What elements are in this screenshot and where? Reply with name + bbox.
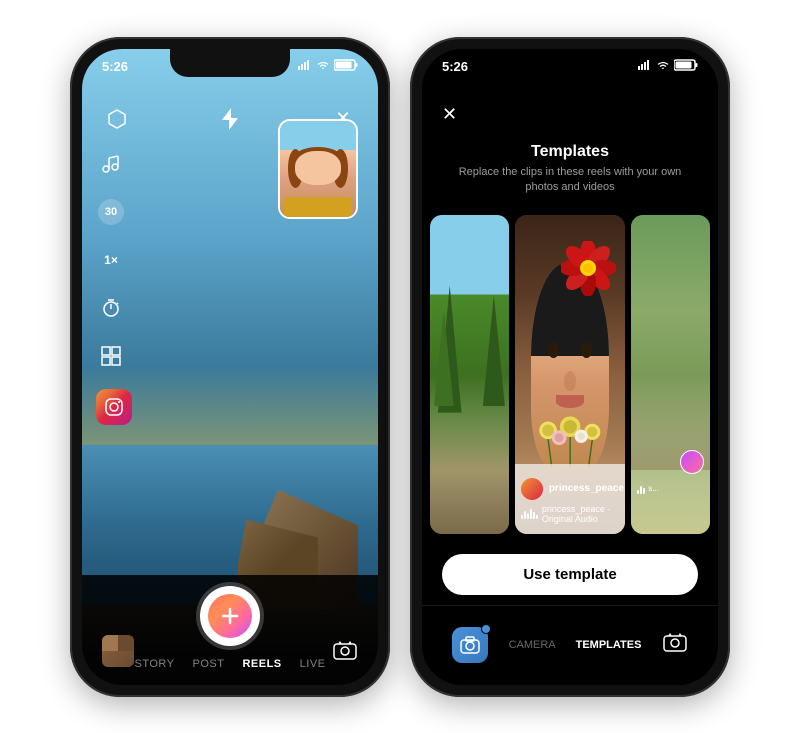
creator-username: princess_peace (549, 483, 624, 494)
wifi-icon (316, 60, 330, 70)
red-flower (561, 241, 616, 296)
use-template-section: Use template (422, 544, 718, 605)
shutter-plus-icon (219, 605, 241, 627)
nav-flip-button[interactable] (662, 631, 688, 659)
camera-mode-tabs: STORY POST REELS LIVE (135, 658, 326, 670)
reel-center-bg: princess_peace (515, 215, 625, 533)
wifi-icon-right (656, 60, 670, 70)
camera-flip-icon (332, 639, 358, 661)
camera-background: 5:26 (82, 49, 378, 685)
status-bar-left: 5:26 (82, 49, 378, 93)
audio-bars-icon (521, 509, 538, 519)
hexagon-icon (106, 108, 128, 130)
reel-center[interactable]: princess_peace (515, 215, 625, 533)
camera-icon (460, 636, 480, 654)
signal-icon (298, 60, 312, 70)
signal-icon-right (638, 60, 652, 70)
shutter-button[interactable] (200, 586, 260, 646)
battery-icon (334, 59, 358, 71)
flash-icon-button[interactable] (215, 104, 245, 134)
tab-templates-label[interactable]: TEMPLATES (576, 639, 642, 651)
grid-icon-button[interactable] (96, 341, 126, 371)
instagram-icon-button[interactable] (96, 389, 132, 425)
lightning-icon (222, 108, 238, 130)
nav-tabs-group: CAMERA TEMPLATES (509, 639, 642, 651)
tab-reels[interactable]: REELS (242, 658, 281, 670)
reel-left[interactable] (430, 215, 509, 533)
timer-label: 30 (98, 199, 124, 225)
status-icons-right (638, 59, 698, 71)
right-phone-screen: 5:26 (422, 49, 718, 685)
battery-icon-right (674, 59, 698, 71)
tab-story[interactable]: STORY (135, 658, 175, 670)
right-reel-audio: s... (637, 484, 659, 494)
close-icon-label: ✕ (442, 104, 457, 124)
reels-container: princess_peace (422, 205, 718, 543)
clock-icon-button[interactable] (96, 293, 126, 323)
templates-header: ✕ Templates Replace the clips in these r… (422, 93, 718, 206)
templates-close-button[interactable]: ✕ (442, 104, 457, 125)
gallery-thumbnail[interactable] (102, 635, 134, 667)
camera-side-icons: 30 1× (96, 149, 126, 371)
speed-icon-button[interactable]: 1× (96, 245, 126, 275)
creator-avatar (521, 478, 543, 500)
avatar-row: princess_peace (521, 478, 619, 500)
left-phone-screen: 5:26 (82, 49, 378, 685)
tab-camera-label[interactable]: CAMERA (509, 639, 556, 651)
selfie-preview[interactable] (278, 119, 358, 219)
reel-center-info: princess_peace (521, 478, 619, 524)
timer-icon-button[interactable]: 30 (96, 197, 126, 227)
audio-row: princess_peace · Original Audio (521, 504, 619, 524)
settings-icon-button[interactable] (102, 104, 132, 134)
templates-bottom-nav: CAMERA TEMPLATES (422, 605, 718, 685)
tab-live[interactable]: LIVE (300, 658, 326, 670)
stopwatch-icon (101, 298, 121, 318)
selfie-person (280, 121, 356, 217)
audio-label: princess_peace · Original Audio (542, 504, 619, 524)
templates-title: Templates (531, 143, 609, 161)
templates-screen: 5:26 (422, 49, 718, 685)
templates-subtitle: Replace the clips in these reels with yo… (442, 165, 698, 196)
phones-container: 5:26 (0, 0, 800, 733)
camera-nav-icon[interactable] (452, 627, 488, 663)
tab-post[interactable]: POST (193, 658, 225, 670)
reel-left-bg (430, 215, 509, 533)
music-icon-button[interactable] (96, 149, 126, 179)
status-time-left: 5:26 (102, 59, 128, 74)
shutter-inner (208, 594, 252, 638)
status-icons-left (298, 59, 358, 71)
left-phone: 5:26 (70, 37, 390, 697)
instagram-logo-icon (104, 397, 124, 417)
speed-label: 1× (104, 253, 118, 267)
grid-icon (101, 346, 121, 366)
right-phone: 5:26 (410, 37, 730, 697)
camera-bottom-bar: STORY POST REELS LIVE (82, 575, 378, 685)
status-time-right: 5:26 (442, 59, 468, 74)
flip-camera-button[interactable] (332, 639, 358, 667)
use-template-button[interactable]: Use template (442, 554, 698, 595)
music-note-icon (102, 155, 120, 173)
camera-nav-badge (481, 624, 491, 634)
right-reel-mini-avatar (680, 450, 704, 474)
reel-right-bg: s... (631, 215, 710, 533)
status-bar-right: 5:26 (422, 49, 718, 93)
reel-right[interactable]: s... (631, 215, 710, 533)
nav-flip-camera-icon (662, 631, 688, 653)
